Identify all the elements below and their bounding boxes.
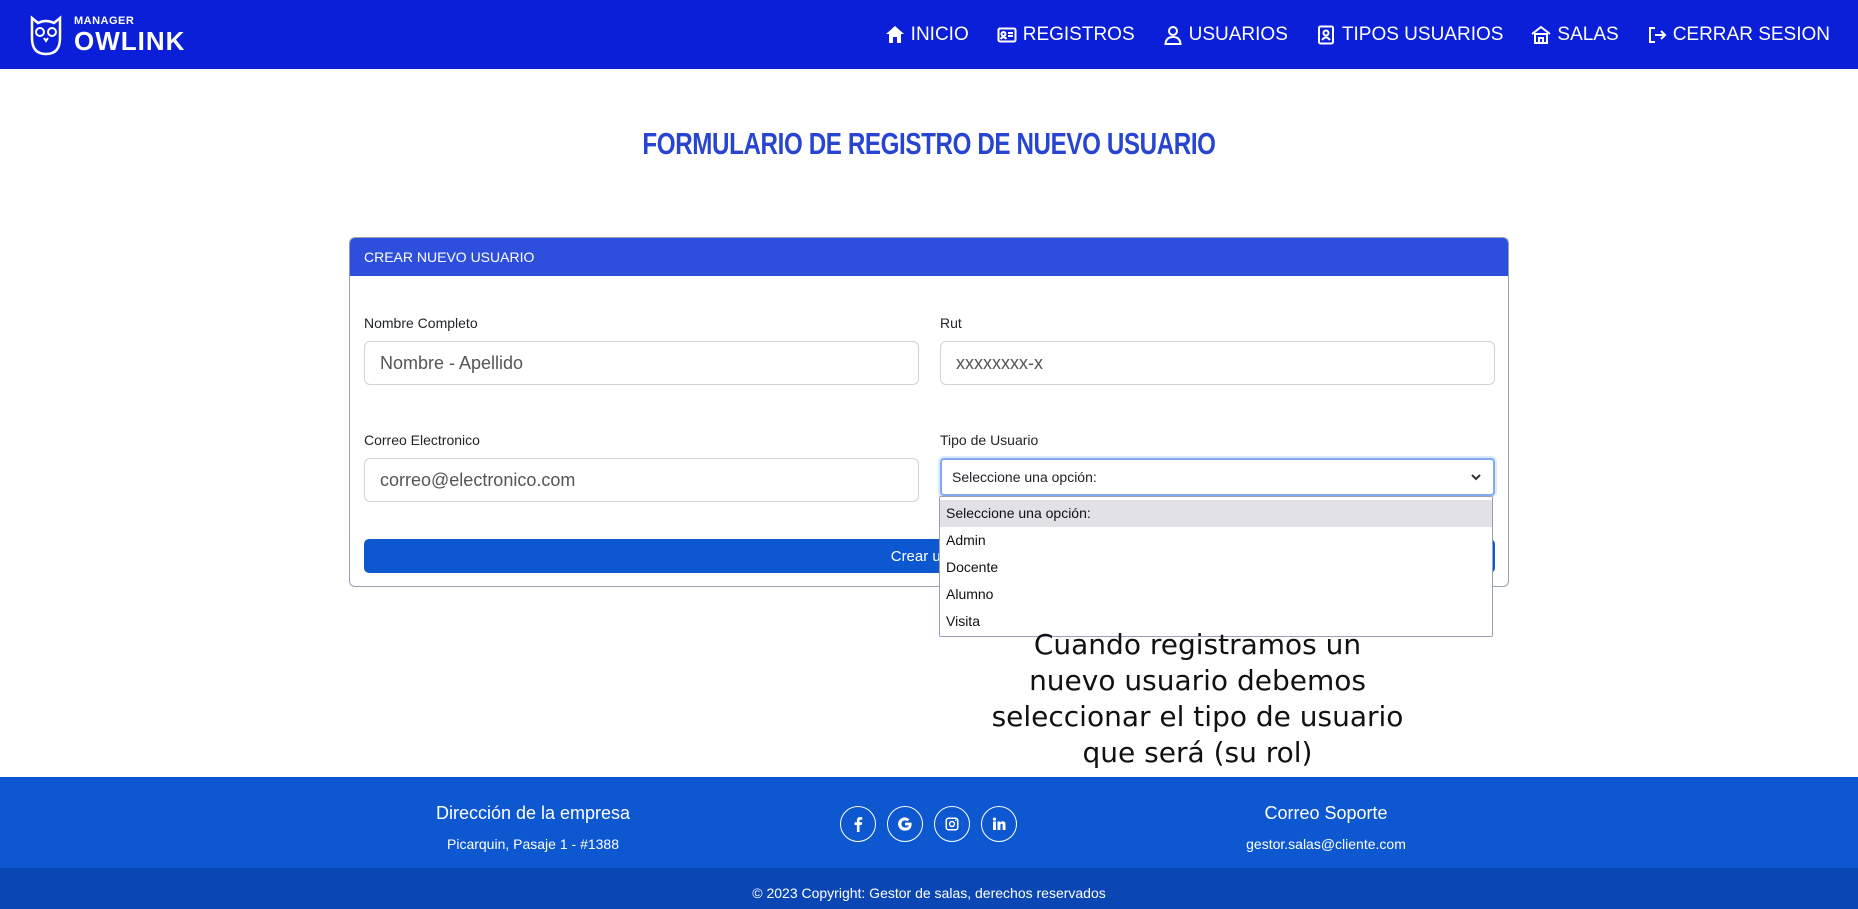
social-links — [840, 806, 1017, 842]
user-type-dropdown: Seleccione una opción: Admin Docente Alu… — [939, 496, 1493, 637]
annotation-text: Cuando registramos un nuevo usuario debe… — [991, 628, 1404, 769]
chevron-down-icon — [1471, 474, 1481, 481]
owl-logo-icon — [30, 14, 62, 55]
nav-item-label: INICIO — [910, 23, 969, 45]
home-icon — [885, 25, 904, 43]
rut-input[interactable] — [940, 341, 1495, 385]
nav-item-usuarios[interactable]: USUARIOS — [1163, 24, 1288, 46]
facebook-icon[interactable] — [840, 806, 876, 842]
dropdown-option-docente[interactable]: Docente — [940, 554, 1492, 581]
instagram-icon[interactable] — [934, 806, 970, 842]
page-title: FORMULARIO DE REGISTRO DE NUEVO USUARIO — [642, 126, 1216, 161]
footer-address: Dirección de la empresa Picarquin, Pasaj… — [383, 803, 683, 852]
nav-item-label: CERRAR SESION — [1672, 23, 1830, 45]
user-type-label: Tipo de Usuario — [940, 432, 1039, 448]
main-nav: INICIO REGISTROS USUARIOS TIPOS USUARIOS… — [885, 24, 1830, 46]
footer-address-title: Dirección de la empresa — [435, 803, 631, 823]
brand-name: OWLINK — [74, 25, 186, 56]
user-type-select[interactable]: Seleccione una opción: — [940, 458, 1495, 496]
rut-label: Rut — [940, 315, 962, 331]
dropdown-option-alumno[interactable]: Alumno — [940, 581, 1492, 608]
footer-support-title: Correo Soporte — [1264, 803, 1388, 823]
email-input[interactable] — [364, 458, 919, 502]
nav-item-salas[interactable]: SALAS — [1531, 23, 1619, 46]
email-label: Correo Electronico — [364, 432, 480, 448]
nav-item-tipos-usuarios[interactable]: TIPOS USUARIOS — [1316, 23, 1504, 46]
navbar: MANAGER OWLINK INICIO REGISTROS USUARIOS… — [0, 0, 1858, 69]
nav-item-label: REGISTROS — [1022, 23, 1135, 45]
brand[interactable]: MANAGER OWLINK — [28, 14, 185, 56]
brand-subtitle: MANAGER — [74, 14, 135, 27]
footer-address-text: Picarquin, Pasaje 1 - #1388 — [447, 836, 619, 852]
nav-item-label: TIPOS USUARIOS — [1341, 23, 1504, 45]
nav-item-registros[interactable]: REGISTROS — [997, 24, 1135, 46]
dropdown-option-admin[interactable]: Admin — [940, 527, 1492, 554]
user-icon — [1164, 25, 1182, 45]
nav-item-inicio[interactable]: INICIO — [885, 24, 969, 46]
user-type-selected: Seleccione una opción: — [952, 469, 1097, 485]
linkedin-icon[interactable] — [981, 806, 1017, 842]
nav-item-label: USUARIOS — [1188, 23, 1288, 45]
name-label: Nombre Completo — [364, 315, 478, 331]
nav-item-cerrar-sesion[interactable]: CERRAR SESION — [1647, 24, 1830, 46]
copyright-bar: © 2023 Copyright: Gestor de salas, derec… — [0, 868, 1858, 909]
dropdown-option-placeholder[interactable]: Seleccione una opción: — [940, 500, 1492, 527]
footer-support: Correo Soporte gestor.salas@cliente.com — [1176, 803, 1476, 852]
google-icon[interactable] — [887, 806, 923, 842]
building-icon — [1531, 25, 1552, 44]
id-card-icon — [997, 27, 1017, 42]
page: MANAGER OWLINK INICIO REGISTROS USUARIOS… — [0, 0, 1858, 909]
contact-book-icon — [1317, 25, 1334, 44]
card-header: CREAR NUEVO USUARIO — [350, 238, 1508, 276]
name-input[interactable] — [364, 341, 919, 385]
logout-icon — [1648, 26, 1667, 43]
nav-item-label: SALAS — [1557, 23, 1619, 45]
footer-support-email[interactable]: gestor.salas@cliente.com — [1176, 836, 1476, 852]
